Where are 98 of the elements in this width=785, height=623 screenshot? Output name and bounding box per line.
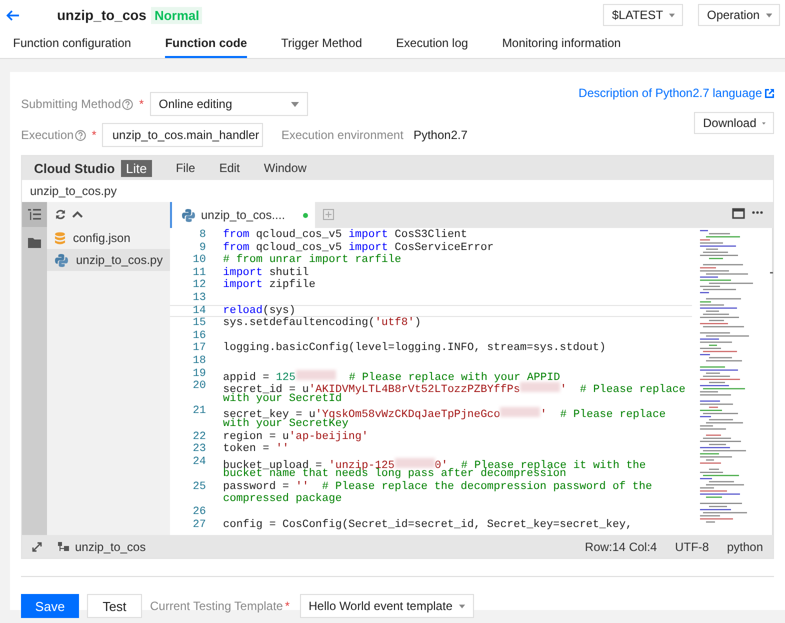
caret-icon bbox=[458, 604, 465, 608]
refresh-icon[interactable] bbox=[55, 209, 66, 220]
collapse-icon[interactable] bbox=[72, 211, 83, 218]
code-line: from qcloud_cos_v5 import CosS3Client bbox=[223, 229, 468, 242]
more-icon[interactable] bbox=[752, 211, 763, 214]
tab[interactable]: Execution log bbox=[396, 30, 468, 58]
menu-item[interactable]: Window bbox=[264, 161, 307, 175]
environment-value: Python2.7 bbox=[413, 128, 468, 142]
submitting-method-select[interactable]: Online editing bbox=[150, 92, 308, 116]
outline-icon[interactable] bbox=[28, 209, 41, 220]
menu-item[interactable]: File bbox=[176, 161, 196, 175]
required-mark: * bbox=[92, 128, 96, 142]
line-number: 15 bbox=[192, 317, 207, 330]
code-line: # from unrar import rarfile bbox=[223, 254, 402, 267]
line-number: 10 bbox=[192, 254, 207, 267]
caret-icon bbox=[290, 102, 299, 106]
code-line: with your SecretId bbox=[223, 392, 342, 406]
line-number: 20 bbox=[192, 380, 207, 393]
line-number: 21 bbox=[192, 405, 207, 418]
database-icon bbox=[55, 232, 65, 244]
code-line: bucket_upload = 'unzip-125 0' # Please replace it with the bbox=[223, 456, 646, 468]
field-label: Execution bbox=[21, 128, 74, 142]
code-line: import shutil bbox=[223, 266, 309, 279]
sitemap-icon bbox=[58, 542, 69, 552]
test-button[interactable]: Test bbox=[87, 594, 142, 618]
help-icon[interactable] bbox=[122, 98, 134, 110]
line-number: 22 bbox=[192, 430, 207, 444]
redaction-blur bbox=[296, 370, 336, 380]
operation-menu[interactable]: Operation bbox=[698, 4, 780, 26]
line-number: 11 bbox=[192, 266, 207, 280]
caret-icon bbox=[669, 12, 675, 18]
line-number: 18 bbox=[192, 354, 207, 368]
line-number: 8 bbox=[198, 229, 207, 242]
lite-badge: Lite bbox=[120, 160, 152, 176]
back-arrow-icon[interactable] bbox=[6, 10, 19, 20]
code-line: sys.setdefaultencoding('utf8') bbox=[223, 317, 422, 330]
tree-entry[interactable]: config.json bbox=[47, 227, 170, 249]
required-mark: * bbox=[284, 599, 290, 613]
maximize-icon[interactable] bbox=[732, 208, 745, 219]
status-text: UTF-8 bbox=[674, 540, 709, 554]
caret-icon bbox=[766, 12, 772, 18]
code-line: compressed package bbox=[223, 493, 342, 506]
code-line: config = CosConfig(Secret_id=secret_id, Secret_key=secret_key, bbox=[223, 518, 632, 532]
field-label: Submitting Method bbox=[21, 97, 122, 111]
line-number: 16 bbox=[192, 330, 207, 342]
download-button[interactable]: Download bbox=[694, 112, 774, 134]
redaction-blur bbox=[500, 407, 540, 418]
editor-brand: Cloud Studio bbox=[34, 160, 115, 176]
tab[interactable]: Function code bbox=[165, 30, 248, 58]
line-number: 9 bbox=[198, 242, 207, 254]
line-number: 23 bbox=[192, 443, 207, 456]
editor-tab[interactable]: unzip_to_cos.... bbox=[170, 202, 315, 228]
line-number: 14 bbox=[192, 304, 207, 318]
field-label: Execution environment bbox=[281, 128, 404, 142]
python-icon bbox=[182, 208, 195, 222]
line-number: 24 bbox=[192, 456, 207, 468]
line-number: 12 bbox=[192, 279, 207, 292]
line-number: 13 bbox=[192, 292, 207, 305]
line-number: 19 bbox=[192, 368, 207, 380]
tab[interactable]: Trigger Method bbox=[281, 30, 362, 58]
help-icon[interactable] bbox=[74, 130, 86, 140]
language-link[interactable]: Description of Python2.7 language bbox=[578, 86, 774, 100]
expand-icon[interactable] bbox=[32, 542, 42, 552]
code-line: appid = 125 # Please replace with your APPID bbox=[223, 368, 560, 380]
code-line: import zipfile bbox=[223, 279, 316, 292]
folder-icon[interactable] bbox=[28, 238, 41, 248]
status-badge: Normal bbox=[151, 6, 202, 24]
template-select[interactable]: Hello World event template bbox=[300, 594, 474, 618]
required-mark: * bbox=[139, 97, 144, 111]
external-link-icon bbox=[765, 88, 774, 98]
status-text: python bbox=[726, 540, 763, 554]
code-line: logging.basicConfig(level=logging.INFO, stream=sys.stdout) bbox=[223, 342, 606, 355]
version-select[interactable]: $LATEST bbox=[603, 4, 683, 26]
field-label: Current Testing Template bbox=[150, 599, 283, 613]
line-number: 26 bbox=[192, 506, 207, 519]
code-line: token = '' bbox=[223, 443, 290, 456]
code-line: secret_key = u'YqskOm58vWzCKDqJaeTpPjneGco ' # Please replace bbox=[223, 406, 666, 418]
tree-entry[interactable]: unzip_to_cos.py bbox=[47, 249, 170, 271]
code-line: region = u'ap-beijing' bbox=[223, 430, 368, 443]
line-number: 17 bbox=[192, 342, 207, 355]
python-icon bbox=[55, 254, 68, 266]
line-number: 25 bbox=[192, 480, 207, 494]
function-name: unzip_to_cos bbox=[57, 7, 146, 23]
status-text: Row:14 Col:4 bbox=[584, 540, 657, 554]
file-path: unzip_to_cos.py bbox=[30, 184, 117, 198]
code-line: secret_id = u'AKIDVMyLTL4B8rVt52LTozzPZBYffPs ' # Please replace bbox=[223, 382, 686, 393]
redaction-blur bbox=[520, 382, 560, 392]
save-button[interactable]: Save bbox=[21, 594, 79, 618]
project-name: unzip_to_cos bbox=[75, 540, 146, 554]
redaction-blur bbox=[394, 458, 435, 468]
tab[interactable]: Monitoring information bbox=[502, 30, 621, 58]
line-number: 27 bbox=[192, 518, 207, 532]
execution-input[interactable]: unzip_to_cos.main_handler bbox=[102, 123, 264, 147]
tab[interactable]: Function configuration bbox=[13, 30, 132, 58]
code-line: password = '' # Please replace the decompression password of the bbox=[223, 480, 652, 493]
menu-item[interactable]: Edit bbox=[219, 161, 240, 175]
code-line: reload(sys) bbox=[223, 304, 296, 317]
code-line: from qcloud_cos_v5 import CosServiceError bbox=[223, 242, 494, 254]
